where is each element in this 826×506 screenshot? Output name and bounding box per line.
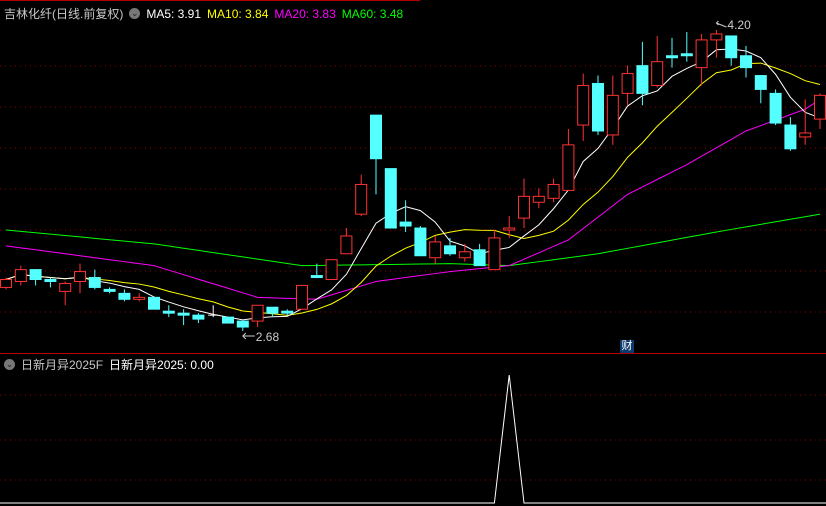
candle-down (162, 310, 175, 314)
main-panel-header: 吉林化纤(日线.前复权) ⌄ MA5: 3.91 MA10: 3.84 MA20… (4, 5, 403, 22)
ma10-label: MA10: 3.84 (207, 6, 269, 21)
chevron-down-icon[interactable]: ⌄ (129, 8, 141, 19)
candle-down (666, 55, 678, 59)
candle-up (621, 73, 634, 94)
candle-down (414, 227, 427, 257)
stock-title: 吉林化纤(日线.前复权) (4, 7, 124, 21)
high-marker-arrow (715, 20, 727, 28)
candle-up (503, 227, 516, 231)
low-marker-label: 2.68 (256, 330, 280, 344)
sub-panel-header: ⌄ 日新月异2025F 日新月异2025: 0.00 (4, 356, 214, 373)
candle-up (296, 284, 308, 310)
finance-badge[interactable]: 财 (620, 340, 634, 353)
candle-up (695, 39, 708, 69)
candle-up (799, 132, 812, 138)
candle-down (636, 65, 649, 94)
candle-down (384, 168, 397, 229)
candle-down (725, 35, 738, 59)
high-marker-label: 4.20 (727, 18, 751, 32)
candle-down (473, 249, 486, 267)
candle-down (399, 221, 412, 227)
candle-down (177, 312, 190, 316)
candle-up (488, 237, 501, 271)
candle-up (562, 144, 575, 191)
ma5-line (5, 48, 821, 321)
candle-up (814, 94, 826, 120)
candle-down (680, 53, 693, 57)
candle-down (266, 306, 279, 314)
candle-up (14, 269, 27, 282)
candle-down (29, 269, 42, 281)
candle-down (222, 316, 234, 324)
ma60-label: MA60: 3.48 (341, 6, 404, 21)
candle-up (0, 279, 12, 288)
low-marker-arrow (242, 332, 255, 340)
candle-down (740, 55, 752, 69)
candle-down (444, 245, 456, 255)
ma20-line (5, 98, 821, 300)
candle-down (192, 314, 205, 320)
indicator-line (0, 374, 826, 504)
ma20-label: MA20: 3.83 (274, 6, 336, 21)
candle-down (148, 296, 160, 310)
candle-up (325, 259, 338, 281)
candle-down (118, 292, 131, 300)
candle-down (281, 310, 294, 314)
candle-up (518, 195, 530, 219)
candle-up (532, 195, 545, 203)
candle-up (251, 304, 264, 322)
candle-down (310, 275, 323, 279)
candle-up (606, 94, 619, 136)
candle-up (651, 61, 664, 86)
candle-up (355, 183, 368, 215)
indicator-value: 日新月异2025: 0.00 (109, 358, 214, 372)
candle-down (103, 288, 116, 292)
chevron-down-icon[interactable]: ⌄ (4, 359, 15, 370)
candle-down (236, 320, 249, 328)
candle-down (769, 92, 782, 124)
indicator-title: 日新月异2025F (21, 358, 104, 372)
candle-down (44, 279, 57, 282)
candle-up (710, 33, 723, 41)
ma5-label: MA5: 3.91 (146, 6, 202, 21)
candle-down (88, 277, 101, 288)
kline-chart[interactable]: 2.68 4.20 (0, 0, 826, 506)
candle-up (577, 84, 590, 126)
candle-down (784, 124, 797, 150)
candle-down (754, 75, 767, 90)
candle-up (547, 183, 560, 199)
ma10-line (5, 62, 821, 316)
ma60-line (5, 213, 821, 267)
candle-up (59, 282, 72, 292)
candle-up (340, 235, 353, 255)
candle-down (370, 114, 382, 160)
candle-up (458, 251, 471, 259)
candle-down (592, 82, 604, 132)
candle-up (133, 296, 146, 300)
candle-up (429, 241, 442, 259)
candle-up (74, 271, 86, 282)
